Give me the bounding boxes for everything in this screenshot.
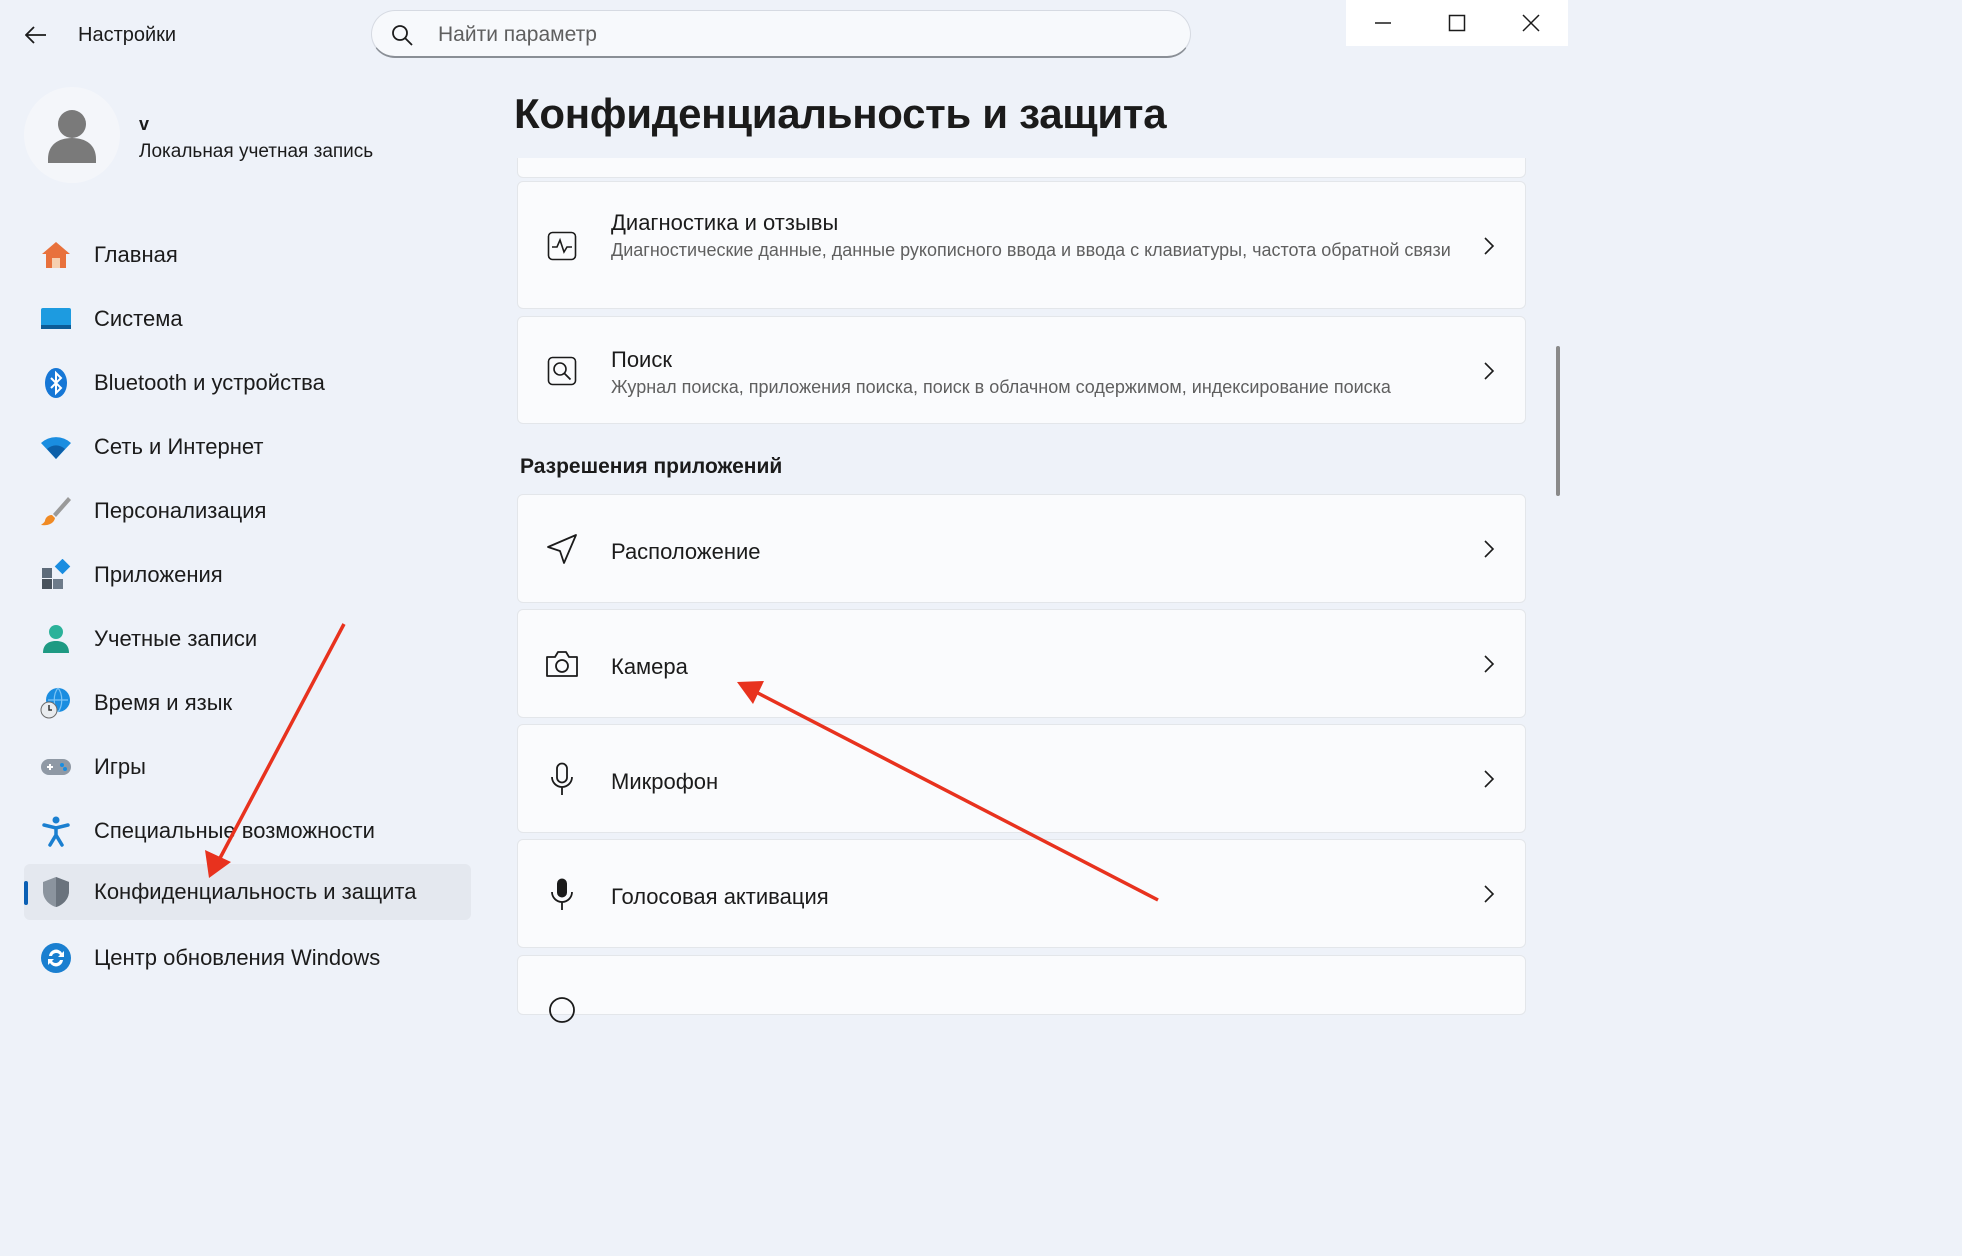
minimize-button[interactable] [1346,0,1420,46]
close-icon [1522,14,1540,32]
chevron-right-icon [1484,237,1495,255]
card-description: Диагностические данные, данные рукописно… [611,240,1451,260]
sidebar-item-label: Система [94,306,183,331]
card-title: Голосовая активация [611,884,829,909]
chevron-right-icon [1484,362,1495,380]
sidebar-item-label: Персонализация [94,498,267,523]
search-input[interactable] [436,19,1160,51]
sidebar-item-label: Сеть и Интернет [94,434,264,459]
active-indicator [24,881,28,905]
system-display-icon [40,303,72,335]
permission-card-partial[interactable] [517,955,1526,1023]
diagnostics-icon [544,228,580,264]
scrollbar-thumb[interactable] [1556,346,1560,496]
sidebar-item-system[interactable]: Система [24,291,471,347]
sidebar-item-label: Учетные записи [94,626,258,651]
brush-icon [40,495,72,527]
card-title: Камера [611,654,688,679]
back-button[interactable] [18,18,54,52]
permission-card-location[interactable]: Расположение [517,494,1526,603]
search-icon [392,25,413,46]
maximize-button[interactable] [1420,0,1494,46]
app-title: Настройки [78,24,177,46]
camera-icon [544,646,580,682]
wifi-icon [40,431,72,463]
card-title: Диагностика и отзывы [611,210,839,235]
card-title: Поиск [611,347,672,372]
sidebar-item-home[interactable]: Главная [24,227,471,283]
page-title: Конфиденциальность и защита [514,90,1167,137]
user-name: v [139,114,150,134]
shield-icon [40,876,72,908]
permission-card-voice-activation[interactable]: Голосовая активация [517,839,1526,948]
search-box[interactable] [371,10,1191,58]
microphone-icon [544,761,580,797]
search-permissions-icon [544,353,580,389]
windows-update-icon [40,942,72,974]
avatar[interactable] [24,87,120,183]
user-avatar-icon [48,110,96,163]
permission-card-camera[interactable]: Камера [517,609,1526,718]
settings-card-partial[interactable] [517,158,1526,178]
sidebar-item-label: Конфиденциальность и защита [94,879,417,904]
sidebar-item-label: Bluetooth и устройства [94,370,325,395]
settings-card-diagnostics[interactable]: Диагностика и отзывы Диагностические дан… [517,181,1526,309]
maximize-icon [1448,14,1466,32]
sidebar-item-windows-update[interactable]: Центр обновления Windows [24,930,471,986]
location-icon [544,531,580,567]
sidebar-item-bluetooth[interactable]: Bluetooth и устройства [24,355,471,411]
sidebar-item-accounts[interactable]: Учетные записи [24,611,471,667]
card-title: Микрофон [611,769,719,794]
accessibility-icon [40,815,72,847]
chevron-right-icon [1484,655,1495,673]
sidebar-item-network[interactable]: Сеть и Интернет [24,419,471,475]
sidebar-item-label: Игры [94,754,146,779]
chevron-right-icon [1484,770,1495,788]
chevron-right-icon [1484,885,1495,903]
sidebar-item-accessibility[interactable]: Специальные возможности [24,803,471,859]
chevron-right-icon [1484,540,1495,558]
sidebar-item-label: Специальные возможности [94,818,375,843]
window-controls [1346,0,1568,46]
close-button[interactable] [1494,0,1568,46]
card-title: Расположение [611,539,761,564]
sidebar-item-privacy[interactable]: Конфиденциальность и защита [24,864,471,920]
section-heading: Разрешения приложений [520,455,783,478]
gamepad-icon [40,751,72,783]
sidebar-item-time-language[interactable]: Время и язык [24,675,471,731]
back-arrow-icon [25,26,46,44]
globe-clock-icon [40,687,72,719]
card-description: Журнал поиска, приложения поиска, поиск … [611,377,1391,397]
home-icon [40,239,72,271]
permission-card-microphone[interactable]: Микрофон [517,724,1526,833]
partial-item-icon [544,992,580,1028]
sidebar-item-personalization[interactable]: Персонализация [24,483,471,539]
settings-card-search[interactable]: Поиск Журнал поиска, приложения поиска, … [517,316,1526,424]
sidebar-item-label: Приложения [94,562,223,587]
sidebar-item-label: Главная [94,242,178,267]
apps-icon [40,559,72,591]
bluetooth-icon [40,367,72,399]
sidebar-item-apps[interactable]: Приложения [24,547,471,603]
minimize-icon [1375,22,1391,24]
sidebar-item-gaming[interactable]: Игры [24,739,471,795]
accounts-icon [40,623,72,655]
sidebar-item-label: Время и язык [94,690,233,715]
account-type: Локальная учетная запись [139,141,374,162]
voice-activation-icon [544,876,580,912]
sidebar-item-label: Центр обновления Windows [94,945,381,970]
